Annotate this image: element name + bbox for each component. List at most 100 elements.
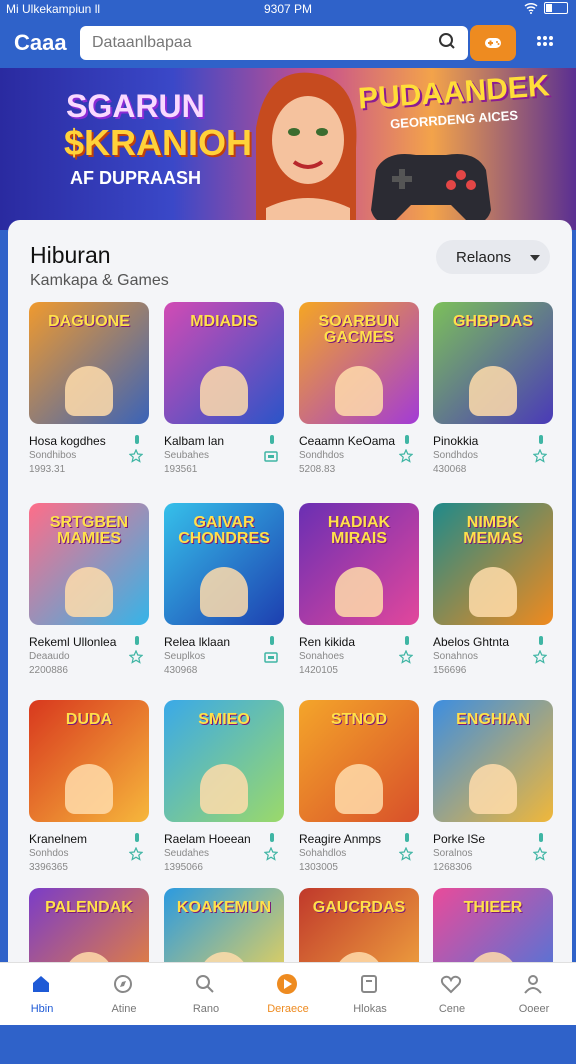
game-thumbnail[interactable]: MDIADIS bbox=[164, 302, 284, 424]
game-tile[interactable]: SRTGBEN MAMIES Rekeml Ullonlea Deaaudo 2200… bbox=[29, 503, 149, 679]
nav-item-cene[interactable]: Cene bbox=[412, 963, 492, 1025]
game-tile[interactable]: DUDA Kranelnem Sonhdos 3396365 bbox=[29, 700, 149, 876]
game-tile[interactable]: DAGUONE Hosa kogdhes Sondhibos 1993.31 bbox=[29, 302, 149, 478]
gamepad-button[interactable] bbox=[470, 25, 516, 61]
game-title[interactable]: Pinokkia bbox=[433, 434, 478, 448]
game-thumbnail[interactable]: GAIVAR CHONDRES bbox=[164, 503, 284, 625]
game-thumbnail[interactable]: ENGHIAN bbox=[433, 700, 553, 822]
character-art bbox=[200, 764, 248, 814]
character-art bbox=[469, 366, 517, 416]
game-tile[interactable]: SOARBUN GACMES Ceaamn KeOama Sondhdos 5208.… bbox=[299, 302, 419, 478]
star-icon[interactable] bbox=[399, 449, 413, 463]
nav-item-rano[interactable]: Rano bbox=[166, 963, 246, 1025]
game-art-title: DUDA bbox=[65, 711, 113, 728]
game-title[interactable]: Raelam Hoeean bbox=[164, 832, 251, 846]
sort-dropdown[interactable]: Relaons bbox=[436, 240, 550, 274]
banner-tagline: AF DUPRAASH bbox=[70, 168, 202, 188]
game-category: Seudahes bbox=[164, 848, 210, 859]
game-title[interactable]: Porke lSe bbox=[433, 832, 485, 846]
game-thumbnail[interactable]: DAGUONE bbox=[29, 302, 149, 424]
game-stat: 5208.83 bbox=[299, 464, 336, 475]
character-art bbox=[469, 567, 517, 617]
game-art-title: SOARBUN GACMES bbox=[318, 313, 400, 346]
game-tile[interactable]: NIMBK MEMAS Abelos Ghtnta Sonahnos 156696 bbox=[433, 503, 553, 679]
game-tile[interactable]: GHBPDAS Pinokkia Sondhdos 430068 bbox=[433, 302, 553, 478]
game-title[interactable]: Rekeml Ullonlea bbox=[29, 635, 116, 649]
nav-item-ooeer[interactable]: Ooeer bbox=[494, 963, 574, 1025]
game-art-title: HADIAK MIRAIS bbox=[327, 514, 391, 547]
banner-headline-2: $KRANIOH bbox=[64, 122, 253, 163]
game-tile[interactable]: MDIADIS Kalbam lan Seubahes 193561 bbox=[164, 302, 284, 478]
game-thumbnail[interactable]: NIMBK MEMAS bbox=[433, 503, 553, 625]
star-icon[interactable] bbox=[399, 650, 413, 664]
star-icon[interactable] bbox=[533, 650, 547, 664]
game-thumbnail[interactable]: SOARBUN GACMES bbox=[299, 302, 419, 424]
game-thumbnail[interactable]: SRTGBEN MAMIES bbox=[29, 503, 149, 625]
nav-item-hlokas[interactable]: Hlokas bbox=[330, 963, 410, 1025]
character-art bbox=[469, 764, 517, 814]
game-art-title: SMIEO bbox=[198, 711, 250, 728]
search-input[interactable]: Dataanlbapaa bbox=[92, 34, 192, 52]
nav-label: Rano bbox=[192, 1003, 220, 1015]
indicator-badge bbox=[135, 833, 139, 842]
bottom-navigation: Hbin Atine Rano Deraece Hlokas Cene Ooeer bbox=[0, 962, 576, 1025]
battery-icon bbox=[544, 2, 568, 14]
search-bar[interactable]: Dataanlbapaa bbox=[80, 26, 468, 60]
game-thumbnail[interactable]: STNOD bbox=[299, 700, 419, 822]
game-tile[interactable]: HADIAK MIRAIS Ren kikida Sonahoes 1420105 bbox=[299, 503, 419, 679]
game-art-title: STNOD bbox=[331, 711, 387, 728]
game-thumbnail[interactable]: DUDA bbox=[29, 700, 149, 822]
star-icon[interactable] bbox=[399, 847, 413, 861]
game-category: Sondhdos bbox=[299, 450, 345, 461]
game-art-title: SRTGBEN MAMIES bbox=[49, 514, 129, 547]
star-icon[interactable] bbox=[533, 449, 547, 463]
game-title[interactable]: Kranelnem bbox=[29, 832, 87, 846]
game-title[interactable]: Reagire Anmps bbox=[299, 832, 381, 846]
game-title[interactable]: Ceaamn KeOama bbox=[299, 434, 395, 448]
controller-illustration bbox=[371, 154, 491, 223]
game-tile[interactable]: SMIEO Raelam Hoeean Seudahes 1395066 bbox=[164, 700, 284, 876]
character-art bbox=[65, 764, 113, 814]
indicator-badge bbox=[539, 833, 543, 842]
nav-item-deraece[interactable]: Deraece bbox=[248, 963, 328, 1025]
game-art-title: ENGHIAN bbox=[456, 711, 530, 728]
game-stat: 156696 bbox=[433, 665, 467, 676]
apps-grid-icon[interactable] bbox=[535, 34, 555, 54]
game-title[interactable]: Hosa kogdhes bbox=[29, 434, 106, 448]
star-icon[interactable] bbox=[129, 449, 143, 463]
indicator-badge bbox=[539, 636, 543, 645]
game-title[interactable]: Ren kikida bbox=[299, 635, 355, 649]
content-card: Hiburan Kamkapa & Games Relaons DAGUONE H… bbox=[8, 220, 572, 1024]
star-icon[interactable] bbox=[129, 847, 143, 861]
star-icon[interactable] bbox=[533, 847, 547, 861]
status-bar: Mi Ulkekampiun ll 9307 PM bbox=[0, 0, 576, 20]
ad-icon[interactable] bbox=[264, 650, 278, 664]
indicator-badge bbox=[405, 636, 409, 645]
game-stat: 2200886 bbox=[29, 665, 68, 676]
sort-label: Relaons bbox=[456, 249, 512, 266]
game-tile[interactable]: STNOD Reagire Anmps Sohahdlos 1303005 bbox=[299, 700, 419, 876]
promo-banner[interactable]: SGARUN $KRANIOH AF DUPRAASH PUDAANDEK GE… bbox=[0, 68, 576, 230]
app-logo[interactable]: Caaa bbox=[14, 30, 67, 56]
ad-icon[interactable] bbox=[264, 449, 278, 463]
game-title[interactable]: Kalbam lan bbox=[164, 434, 224, 448]
star-icon[interactable] bbox=[264, 847, 278, 861]
wifi-icon bbox=[524, 2, 538, 14]
game-thumbnail[interactable]: HADIAK MIRAIS bbox=[299, 503, 419, 625]
star-icon[interactable] bbox=[129, 650, 143, 664]
search-icon[interactable] bbox=[438, 32, 456, 50]
game-stat: 1395066 bbox=[164, 862, 203, 873]
game-tile[interactable]: GAIVAR CHONDRES Relea lklaan Seuplkos 43096… bbox=[164, 503, 284, 679]
nav-item-hbin[interactable]: Hbin bbox=[2, 963, 82, 1025]
game-stat: 430068 bbox=[433, 464, 467, 475]
game-category: Seuplkos bbox=[164, 651, 206, 662]
game-title[interactable]: Relea lklaan bbox=[164, 635, 230, 649]
game-stat: 430968 bbox=[164, 665, 198, 676]
app-header: Caaa Dataanlbapaa bbox=[0, 20, 576, 68]
game-title[interactable]: Abelos Ghtnta bbox=[433, 635, 509, 649]
game-tile[interactable]: ENGHIAN Porke lSe Soralnos 1268306 bbox=[433, 700, 553, 876]
nav-item-atine[interactable]: Atine bbox=[84, 963, 164, 1025]
game-thumbnail[interactable]: GHBPDAS bbox=[433, 302, 553, 424]
chevron-down-icon bbox=[530, 255, 540, 261]
game-thumbnail[interactable]: SMIEO bbox=[164, 700, 284, 822]
